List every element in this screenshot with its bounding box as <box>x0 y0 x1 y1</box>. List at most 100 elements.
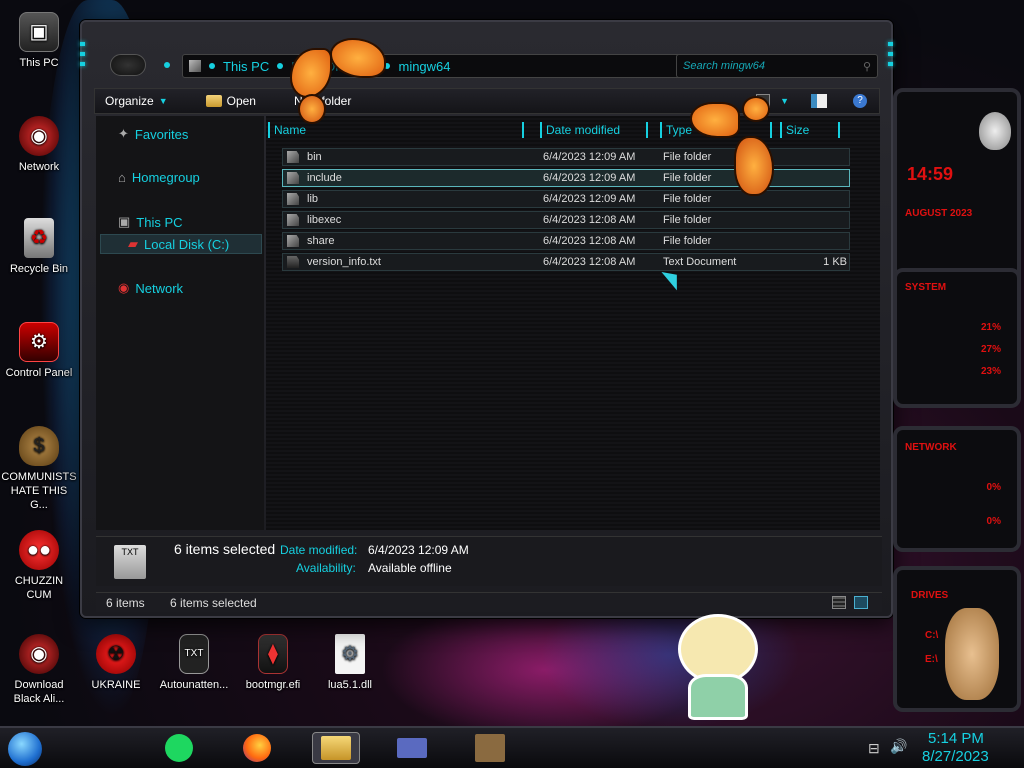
frame-accent <box>888 62 893 66</box>
taskbar-clock-date[interactable]: 8/27/2023 <box>922 748 989 765</box>
details-date-value: 6/4/2023 12:09 AM <box>368 543 469 557</box>
organize-button[interactable]: Organize ▼ <box>95 94 178 108</box>
network-value: 0% <box>986 516 1001 527</box>
wallpaper-pink-glow <box>380 600 710 740</box>
breadcrumb-separator-icon <box>209 63 215 69</box>
firefox-icon[interactable] <box>240 732 274 764</box>
column-header-date[interactable]: Date modified <box>540 122 648 138</box>
clock-widget-date: AUGUST 2023 <box>905 208 973 219</box>
desktop-icon-chuzzin[interactable]: ●● CHUZZIN CUM <box>1 530 77 602</box>
network-icon: ◉ <box>118 280 130 295</box>
spotify-icon[interactable] <box>162 732 196 764</box>
desktop-icon-control-panel[interactable]: ⚙ Control Panel <box>1 322 77 380</box>
money-bag-icon: $ <box>19 426 59 466</box>
clock-widget-time: 14:59 <box>907 164 954 184</box>
navigation-pane: ✦ Favorites ⌂ Homegroup ▣ This PC ▰ Local Di… <box>96 116 264 530</box>
system-value: 21% <box>980 322 1001 333</box>
text-file-icon <box>287 256 299 268</box>
butterfly-icon <box>690 96 790 200</box>
pc-small-icon <box>189 60 201 72</box>
desktop-icon-recycle-bin[interactable]: ♻ Recycle Bin <box>1 218 77 276</box>
details-view-icon[interactable] <box>832 596 846 609</box>
drive-label: C:\ <box>925 630 939 641</box>
details-avail-value: Available offline <box>368 561 452 575</box>
card-app-icon[interactable] <box>392 732 432 764</box>
desktop-icon-download-black[interactable]: ◉ Download Black Ali... <box>1 634 77 706</box>
start-orb-icon[interactable] <box>8 732 42 766</box>
details-avail-label: Availability: <box>296 561 356 575</box>
status-selected-count: 6 items selected <box>170 596 257 610</box>
desktop-icon-this-pc[interactable]: ▣ This PC <box>1 12 77 70</box>
frame-accent <box>80 42 85 46</box>
search-input[interactable]: Search mingw64 ⚲ <box>676 54 878 78</box>
search-icon: ⚲ <box>862 60 871 73</box>
desktop-icon-bootmgr[interactable]: ⧫ bootmgr.efi <box>235 634 311 692</box>
nav-local-disk[interactable]: ▰ Local Disk (C:) <box>128 236 229 252</box>
breadcrumb-mingw64[interactable]: mingw64 <box>398 59 450 74</box>
open-button[interactable]: Open <box>196 94 266 108</box>
breadcrumb-separator-icon <box>277 63 284 69</box>
star-icon: ✦ <box>118 126 129 141</box>
computer-icon: ▣ <box>118 214 131 229</box>
folder-icon <box>287 151 299 163</box>
help-icon[interactable]: ? <box>853 94 867 108</box>
control-panel-icon: ⚙ <box>19 322 59 362</box>
file-row[interactable]: libexec 6/4/2023 12:08 AM File folder <box>282 211 850 229</box>
system-value: 23% <box>980 366 1001 377</box>
box-app-icon[interactable] <box>470 732 510 764</box>
nav-network[interactable]: ◉ Network <box>118 280 183 296</box>
dll-file-icon: ⚙ <box>335 634 365 674</box>
desktop-icon-lua-dll[interactable]: ⚙ lua5.1.dll <box>312 634 388 692</box>
radiation-icon: ☢ <box>96 634 136 674</box>
column-header-name[interactable]: Name <box>268 122 524 138</box>
status-item-count: 6 items <box>106 596 145 610</box>
homegroup-icon: ⌂ <box>118 170 126 185</box>
drive-icon: ▰ <box>128 236 138 251</box>
desktop-icon-network[interactable]: ◉ Network <box>1 116 77 174</box>
computer-icon: ▣ <box>19 12 59 52</box>
recent-dot-icon <box>164 62 170 68</box>
nav-homegroup[interactable]: ⌂ Homegroup <box>118 170 200 185</box>
details-date-label: Date modified: <box>280 543 358 557</box>
chevron-down-icon: ▼ <box>158 96 168 106</box>
tray-network-icon[interactable]: ⊟ <box>868 740 880 757</box>
file-row[interactable]: share 6/4/2023 12:08 AM File folder <box>282 232 850 250</box>
large-icons-view-icon[interactable] <box>854 596 868 609</box>
desktop-icon-communists[interactable]: $ COMMUNISTS HATE THIS G... <box>1 426 77 512</box>
desktop-icon-ukraine[interactable]: ☢ UKRAINE <box>78 634 154 692</box>
system-widget-title: SYSTEM <box>905 282 947 293</box>
drive-label: E:\ <box>925 654 938 665</box>
taskbar: ⊟ 🔊 5:14 PM 8/27/2023 <box>0 726 1024 768</box>
cartoon-sticker-icon <box>664 604 774 722</box>
tray-volume-icon[interactable]: 🔊 <box>890 738 907 755</box>
folder-icon <box>287 172 299 184</box>
details-selected-count: 6 items selected <box>174 541 276 557</box>
desktop-widgets: 14:59 AUGUST 2023 SYSTEM 21% 27% 23% NET… <box>893 88 1024 718</box>
nav-favorites[interactable]: ✦ Favorites <box>118 126 188 142</box>
network-widget-title: NETWORK <box>905 442 957 453</box>
frame-accent <box>80 62 85 66</box>
hamster-sticker-icon <box>945 608 999 700</box>
breadcrumb-this-pc[interactable]: This PC <box>223 59 269 74</box>
system-widget: SYSTEM 21% 27% 23% <box>893 268 1021 408</box>
frame-accent <box>888 42 893 46</box>
folder-icon <box>287 193 299 205</box>
desktop-icon-autounatten[interactable]: TXT Autounatten... <box>156 634 232 692</box>
chuzzle-icon: ●● <box>19 530 59 570</box>
folder-icon <box>287 214 299 226</box>
nav-this-pc[interactable]: ▣ This PC <box>118 214 183 230</box>
preview-pane-icon[interactable] <box>811 94 827 108</box>
back-forward-button[interactable] <box>110 54 146 76</box>
txt-file-icon: TXT <box>179 634 209 674</box>
txt-file-icon: TXT <box>114 545 146 579</box>
taskbar-clock-time[interactable]: 5:14 PM <box>928 730 984 747</box>
file-row[interactable]: version_info.txt 6/4/2023 12:08 AM Text Do… <box>282 253 850 271</box>
network-icon: ◉ <box>19 116 59 156</box>
address-bar[interactable]: This PC Local Disk (C:) mingw64 ⌄ ↻ <box>182 54 740 78</box>
butterfly-icon <box>290 38 390 124</box>
system-value: 27% <box>980 344 1001 355</box>
recycle-bin-icon: ♻ <box>24 218 54 258</box>
drives-widget-title: DRIVES <box>911 590 949 601</box>
network-widget: NETWORK 0% 0% <box>893 426 1021 552</box>
explorer-icon[interactable] <box>312 732 360 764</box>
